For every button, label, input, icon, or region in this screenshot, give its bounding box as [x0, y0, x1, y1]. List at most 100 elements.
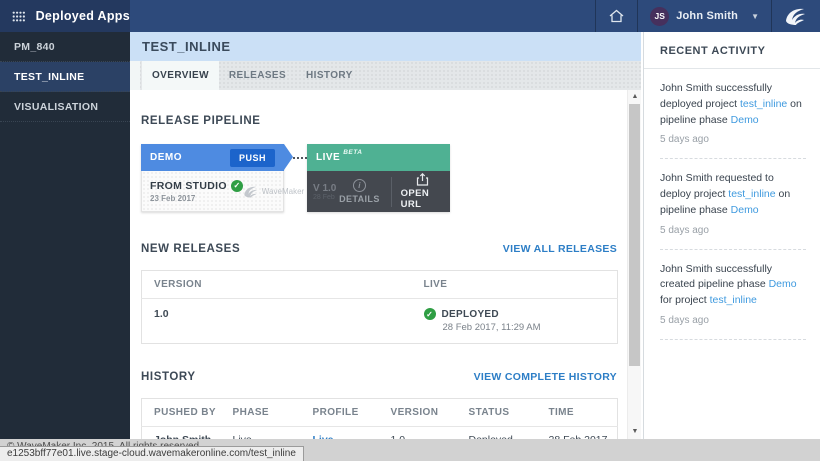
- status-url-tooltip: e1253bff77e01.live.stage-cloud.wavemaker…: [0, 446, 304, 461]
- main-panel: TEST_INLINE OVERVIEW RELEASES HISTORY RE…: [130, 32, 641, 439]
- release-pipeline-head: RELEASE PIPELINE: [141, 115, 617, 127]
- sidebar-item-visualisation[interactable]: VISUALISATION: [0, 92, 130, 122]
- activity-time: 5 days ago: [660, 315, 806, 326]
- recent-activity-title: RECENT ACTIVITY: [644, 32, 820, 68]
- cell-pushed-by: John Smith: [142, 427, 221, 440]
- open-url-button[interactable]: OPEN URL: [401, 173, 444, 210]
- live-card-header: LIVE BETA: [307, 144, 450, 171]
- view-complete-history-link[interactable]: VIEW COMPLETE HISTORY: [474, 371, 617, 383]
- new-releases-header-row: VERSION LIVE: [142, 271, 618, 299]
- pipeline-row: DEMO PUSH FROM STUDIO ✓ 23 Feb 2017: [141, 144, 617, 212]
- col-pushed-by: PUSHED BY: [142, 399, 221, 427]
- activity-phase-link[interactable]: Demo: [769, 278, 797, 290]
- wavemaker-watermark: WaveMaker: [243, 184, 304, 199]
- cell-status: Deployed: [457, 427, 537, 440]
- activity-segment: John Smith successfully created pipeline…: [660, 263, 772, 291]
- activity-text: John Smith successfully deployed project…: [660, 81, 806, 128]
- release-pipeline-title: RELEASE PIPELINE: [141, 115, 261, 127]
- cell-version: 1.0: [142, 299, 412, 344]
- user-name: John Smith: [676, 10, 738, 22]
- col-time: TIME: [537, 399, 618, 427]
- activity-item-1: John Smith successfully deployed project…: [644, 69, 820, 145]
- history-header-row: PUSHED BY PHASE PROFILE VERSION STATUS T…: [142, 399, 618, 427]
- history-table: PUSHED BY PHASE PROFILE VERSION STATUS T…: [141, 398, 618, 439]
- open-url-label: OPEN URL: [401, 188, 444, 210]
- demo-source-block: FROM STUDIO ✓ 23 Feb 2017: [150, 180, 243, 203]
- success-check-icon: ✓: [231, 180, 243, 192]
- tab-bar: OVERVIEW RELEASES HISTORY: [130, 61, 641, 90]
- overview-content: RELEASE PIPELINE DEMO PUSH FROM STUDIO ✓: [130, 90, 641, 439]
- sidebar: PM_840 TEST_INLINE VISUALISATION: [0, 32, 130, 439]
- activity-time: 5 days ago: [660, 225, 806, 236]
- activity-phase-link[interactable]: Demo: [731, 114, 759, 126]
- live-date: 28 Feb 2017: [313, 194, 337, 201]
- history-head: HISTORY VIEW COMPLETE HISTORY: [141, 371, 617, 383]
- topbar: Deployed Apps JS John Smith ▼: [0, 0, 820, 32]
- open-url-icon: [416, 173, 429, 186]
- history-title: HISTORY: [141, 371, 196, 383]
- col-profile: PROFILE: [301, 399, 379, 427]
- pipeline-card-live: LIVE BETA V 1.0 28 Feb 2017 i DETAILS: [307, 144, 450, 212]
- apps-grid-icon[interactable]: [12, 10, 26, 23]
- cell-phase: Live: [221, 427, 301, 440]
- info-icon: i: [353, 179, 366, 192]
- beta-tag: BETA: [343, 149, 362, 156]
- page-header: TEST_INLINE: [130, 32, 641, 61]
- new-releases-head: NEW RELEASES VIEW ALL RELEASES: [141, 243, 617, 255]
- tab-overview[interactable]: OVERVIEW: [142, 61, 219, 90]
- topbar-actions: JS John Smith ▼: [130, 0, 820, 32]
- recent-activity-panel: RECENT ACTIVITY John Smith successfully …: [643, 32, 820, 439]
- col-live: LIVE: [412, 271, 618, 299]
- user-menu[interactable]: JS John Smith ▼: [637, 0, 771, 32]
- new-releases-table: VERSION LIVE 1.0 ✓ DEPLOYED 28 Feb 2017,…: [141, 270, 618, 344]
- pipeline-arrow: [284, 144, 293, 170]
- activity-project-link[interactable]: test_inline: [710, 294, 757, 306]
- activity-item-3: John Smith successfully created pipeline…: [644, 250, 820, 326]
- home-button[interactable]: [595, 0, 637, 32]
- sidebar-item-pm-840[interactable]: PM_840: [0, 32, 130, 62]
- activity-phase-link[interactable]: Demo: [731, 204, 759, 216]
- activity-segment: for project: [660, 294, 710, 306]
- activity-text: John Smith successfully created pipeline…: [660, 262, 806, 309]
- scrollbar-thumb[interactable]: [629, 104, 640, 366]
- activity-project-link[interactable]: test_inline: [740, 98, 787, 110]
- deployed-time: 28 Feb 2017, 11:29 AM: [443, 322, 618, 333]
- col-version: VERSION: [379, 399, 457, 427]
- col-version: VERSION: [142, 271, 412, 299]
- live-version: V 1.0: [313, 183, 337, 194]
- activity-project-link[interactable]: test_inline: [728, 188, 775, 200]
- history-row: John Smith Live Live 1.0 Deployed 28 Feb…: [142, 427, 618, 440]
- activity-time: 5 days ago: [660, 134, 806, 145]
- wavemaker-watermark-text: WaveMaker: [262, 187, 304, 196]
- topbar-brand-area: Deployed Apps: [0, 0, 130, 32]
- scroll-up-arrow[interactable]: ▲: [628, 91, 642, 103]
- sidebar-item-test-inline[interactable]: TEST_INLINE: [0, 62, 130, 92]
- wavemaker-logo[interactable]: [771, 0, 820, 32]
- details-button[interactable]: i DETAILS: [339, 179, 380, 204]
- activity-separator: [660, 339, 806, 340]
- cell-time: 28 Feb 2017,: [537, 427, 618, 440]
- wave-icon-gray: [243, 184, 259, 199]
- new-releases-title: NEW RELEASES: [141, 243, 240, 255]
- tab-releases[interactable]: RELEASES: [219, 61, 296, 90]
- scroll-down-arrow[interactable]: ▼: [628, 426, 642, 438]
- activity-text: John Smith requested to deploy project t…: [660, 171, 806, 218]
- tab-bar-notch: [130, 61, 140, 90]
- chevron-down-icon: ▼: [751, 12, 759, 21]
- demo-card-header: DEMO PUSH: [141, 144, 284, 171]
- wave-icon: [784, 5, 808, 27]
- tab-history[interactable]: HISTORY: [296, 61, 363, 90]
- col-status: STATUS: [457, 399, 537, 427]
- user-avatar: JS: [650, 7, 669, 26]
- app-title: Deployed Apps: [36, 9, 130, 23]
- deployed-status: DEPLOYED: [442, 309, 499, 320]
- activity-item-2: John Smith requested to deploy project t…: [644, 159, 820, 235]
- release-row: 1.0 ✓ DEPLOYED 28 Feb 2017, 11:29 AM: [142, 299, 618, 344]
- deployed-check-icon: ✓: [424, 308, 436, 320]
- demo-source-label: FROM STUDIO: [150, 180, 227, 192]
- main-scrollbar[interactable]: ▲ ▼: [627, 90, 641, 439]
- cell-live-status: ✓ DEPLOYED 28 Feb 2017, 11:29 AM: [412, 299, 618, 344]
- view-all-releases-link[interactable]: VIEW ALL RELEASES: [503, 243, 617, 255]
- push-button[interactable]: PUSH: [230, 149, 275, 167]
- live-actions-divider: [391, 177, 392, 207]
